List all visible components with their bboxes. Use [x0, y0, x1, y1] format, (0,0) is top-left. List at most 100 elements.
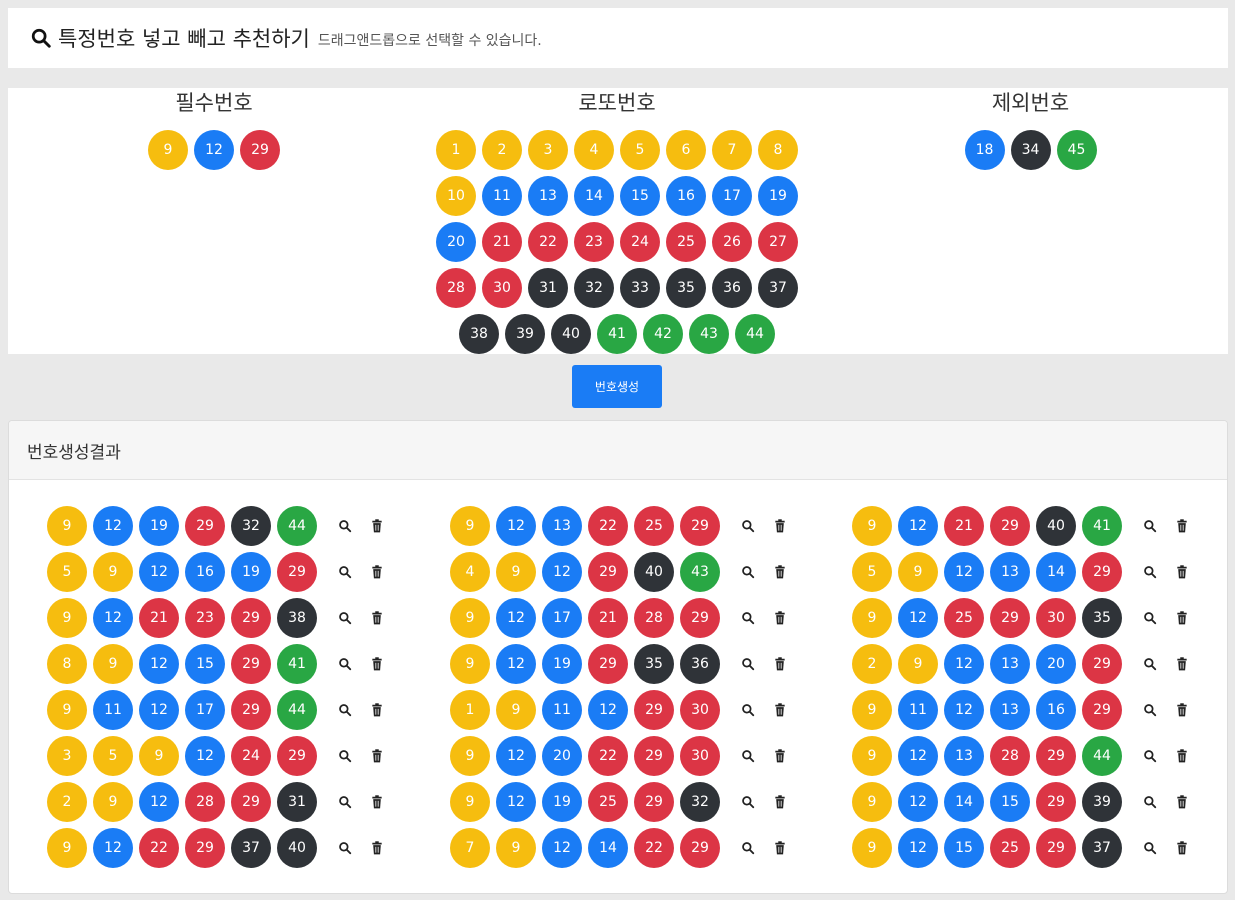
search-icon[interactable]: [740, 610, 756, 626]
number-ball[interactable]: 1: [436, 130, 476, 170]
trash-icon[interactable]: [1174, 518, 1190, 534]
search-icon[interactable]: [337, 610, 353, 626]
number-ball[interactable]: 20: [436, 222, 476, 262]
number-ball[interactable]: 36: [712, 268, 752, 308]
trash-icon[interactable]: [369, 518, 385, 534]
number-ball[interactable]: 12: [194, 130, 234, 170]
search-icon[interactable]: [337, 702, 353, 718]
trash-icon[interactable]: [1174, 656, 1190, 672]
trash-icon[interactable]: [369, 610, 385, 626]
trash-icon[interactable]: [772, 656, 788, 672]
number-ball[interactable]: 22: [528, 222, 568, 262]
number-ball: 29: [634, 736, 674, 776]
number-ball[interactable]: 45: [1056, 130, 1097, 170]
number-ball[interactable]: 17: [712, 176, 752, 216]
trash-icon[interactable]: [369, 656, 385, 672]
number-ball[interactable]: 43: [689, 314, 729, 354]
number-ball[interactable]: 32: [574, 268, 614, 308]
number-ball[interactable]: 27: [758, 222, 798, 262]
number-ball[interactable]: 31: [528, 268, 568, 308]
number-ball[interactable]: 39: [505, 314, 545, 354]
number-ball[interactable]: 9: [148, 130, 188, 170]
number-ball[interactable]: 35: [666, 268, 706, 308]
trash-icon[interactable]: [369, 840, 385, 856]
number-ball[interactable]: 16: [666, 176, 706, 216]
trash-icon[interactable]: [772, 748, 788, 764]
trash-icon[interactable]: [369, 702, 385, 718]
search-icon[interactable]: [337, 518, 353, 534]
number-ball[interactable]: 14: [574, 176, 614, 216]
number-ball[interactable]: 2: [482, 130, 522, 170]
number-ball[interactable]: 30: [482, 268, 522, 308]
search-icon[interactable]: [1142, 518, 1158, 534]
number-ball[interactable]: 29: [240, 130, 280, 170]
search-icon[interactable]: [337, 656, 353, 672]
trash-icon[interactable]: [369, 748, 385, 764]
search-icon[interactable]: [1142, 702, 1158, 718]
trash-icon[interactable]: [369, 794, 385, 810]
trash-icon[interactable]: [772, 840, 788, 856]
number-ball[interactable]: 40: [551, 314, 591, 354]
search-icon[interactable]: [740, 840, 756, 856]
search-icon[interactable]: [740, 656, 756, 672]
trash-icon[interactable]: [772, 794, 788, 810]
number-ball[interactable]: 18: [964, 130, 1005, 170]
number-ball[interactable]: 11: [482, 176, 522, 216]
search-icon[interactable]: [740, 518, 756, 534]
search-icon[interactable]: [337, 840, 353, 856]
number-ball[interactable]: 38: [459, 314, 499, 354]
number-ball[interactable]: 8: [758, 130, 798, 170]
required-numbers-dropzone[interactable]: 9 12 29: [144, 130, 284, 170]
number-ball[interactable]: 5: [620, 130, 660, 170]
number-ball[interactable]: 15: [620, 176, 660, 216]
trash-icon[interactable]: [1174, 748, 1190, 764]
number-ball[interactable]: 34: [1010, 130, 1051, 170]
search-icon[interactable]: [740, 564, 756, 580]
trash-icon[interactable]: [1174, 564, 1190, 580]
search-icon[interactable]: [1142, 564, 1158, 580]
lotto-numbers-pool[interactable]: 1 2 3 4 5 6 7 8 10 11 13 14 15 16 17 19 20 21 22 23 24 25 26 27…: [436, 130, 798, 354]
search-icon[interactable]: [337, 794, 353, 810]
number-ball[interactable]: 25: [666, 222, 706, 262]
number-ball[interactable]: 4: [574, 130, 614, 170]
search-icon[interactable]: [1142, 748, 1158, 764]
number-ball[interactable]: 24: [620, 222, 660, 262]
number-ball[interactable]: 3: [528, 130, 568, 170]
number-ball[interactable]: 26: [712, 222, 752, 262]
trash-icon[interactable]: [772, 610, 788, 626]
number-ball[interactable]: 6: [666, 130, 706, 170]
generate-numbers-button[interactable]: 번호생성: [572, 365, 662, 408]
trash-icon[interactable]: [1174, 702, 1190, 718]
number-ball[interactable]: 19: [758, 176, 798, 216]
trash-icon[interactable]: [1174, 794, 1190, 810]
trash-icon[interactable]: [369, 564, 385, 580]
number-ball[interactable]: 41: [597, 314, 637, 354]
search-icon[interactable]: [740, 748, 756, 764]
number-ball[interactable]: 21: [482, 222, 522, 262]
search-icon[interactable]: [1142, 656, 1158, 672]
search-icon[interactable]: [740, 794, 756, 810]
number-ball: 12: [944, 690, 984, 730]
number-ball[interactable]: 44: [735, 314, 775, 354]
number-ball[interactable]: 7: [712, 130, 752, 170]
number-ball[interactable]: 13: [528, 176, 568, 216]
number-ball[interactable]: 28: [436, 268, 476, 308]
number-ball[interactable]: 42: [643, 314, 683, 354]
search-icon[interactable]: [1142, 794, 1158, 810]
search-icon[interactable]: [1142, 610, 1158, 626]
excluded-numbers-dropzone[interactable]: 18 34 45: [958, 130, 1103, 170]
trash-icon[interactable]: [772, 564, 788, 580]
search-icon[interactable]: [337, 564, 353, 580]
search-icon[interactable]: [1142, 840, 1158, 856]
trash-icon[interactable]: [1174, 840, 1190, 856]
number-ball[interactable]: 37: [758, 268, 798, 308]
number-ball[interactable]: 10: [436, 176, 476, 216]
number-ball[interactable]: 33: [620, 268, 660, 308]
number-ball: 40: [277, 828, 317, 868]
trash-icon[interactable]: [772, 702, 788, 718]
number-ball[interactable]: 23: [574, 222, 614, 262]
search-icon[interactable]: [740, 702, 756, 718]
search-icon[interactable]: [337, 748, 353, 764]
trash-icon[interactable]: [772, 518, 788, 534]
trash-icon[interactable]: [1174, 610, 1190, 626]
